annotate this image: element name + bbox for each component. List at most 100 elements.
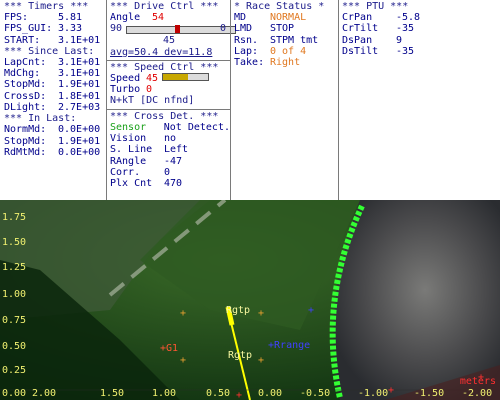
in-last-label: StopMd:	[4, 135, 47, 147]
timers-row: FPS: 5.81	[4, 12, 106, 23]
rgtp-label: Rgtp	[228, 350, 253, 361]
speed-ctrl-header: *** Speed Ctrl ***	[110, 61, 219, 73]
since-value: 3.1E+01	[58, 56, 101, 68]
timer-value: 5.81	[58, 12, 83, 23]
cross-row: RAngle -47	[110, 156, 230, 167]
x-tick-label: -1.50	[414, 388, 445, 399]
in-last-label: RdMtMd:	[4, 146, 47, 158]
in-last-label: NormMd:	[4, 124, 47, 136]
speed-label: Speed	[110, 72, 141, 84]
cross-value: Not Detect.	[163, 121, 230, 133]
cross-row: Vision no	[110, 133, 230, 144]
cross-value: Left	[164, 144, 189, 156]
race-status-panel: * Race Status * MD NORMAL LMD STOP Rsn. STP…	[230, 0, 338, 200]
speed-bar	[162, 72, 210, 81]
obstacle	[333, 200, 500, 400]
ptu-label: CrPan	[342, 12, 373, 23]
x-tick-label: -0.50	[300, 388, 331, 399]
ptu-value: 9	[396, 34, 403, 46]
timer-label: FPS_GUI:	[4, 23, 53, 35]
cross-label: S. Line	[110, 144, 153, 156]
divider	[107, 59, 230, 61]
range-point-marker: +	[308, 305, 315, 316]
timer-value: 3.1E+01	[58, 34, 101, 46]
since-value: 3.1E+01	[58, 68, 101, 80]
ptu-row: DsTilt -35	[342, 46, 500, 57]
since-row: LapCnt: 3.1E+01	[4, 57, 106, 68]
cross-value: 470	[164, 178, 183, 190]
range-marker: +Rrange	[268, 340, 311, 351]
divider	[107, 108, 230, 110]
ptu-label: DsTilt	[342, 45, 379, 57]
in-last-row: NormMd: 0.0E+00	[4, 124, 106, 135]
race-reason-value: STPM tmt	[270, 34, 319, 46]
race-row: MD NORMAL	[234, 12, 338, 23]
since-label: CrossD:	[4, 90, 47, 102]
y-tick-label: 1.00	[2, 289, 27, 300]
timer-value: 3.33	[58, 23, 83, 35]
race-take-value: Right	[270, 57, 301, 69]
cross-value: no	[164, 133, 177, 145]
rgtp-label: Rgtp	[226, 305, 251, 316]
ptu-label: DsPan	[342, 34, 373, 46]
y-tick-label: 0.00	[2, 388, 27, 399]
x-tick-label: 1.00	[152, 388, 177, 399]
cross-row: Corr. 0	[110, 167, 230, 178]
g1-label: G1	[166, 343, 179, 354]
since-last-header: *** Since Last:	[4, 45, 95, 57]
angle-bar-row: 90 0	[110, 23, 236, 35]
y-tick-label: 1.25	[2, 262, 27, 273]
far-marker: +	[478, 372, 485, 383]
plus-marker: +	[180, 355, 187, 366]
angle-marker	[175, 25, 180, 34]
cross-det-header: *** Cross Det. ***	[110, 110, 219, 122]
turbo-value: 0	[146, 84, 153, 96]
race-row: Rsn. STPM tmt	[234, 35, 338, 46]
x-tick-label: 0.50	[206, 388, 231, 399]
camera-scene	[0, 200, 500, 400]
turbo-row: Turbo 0	[110, 84, 230, 95]
in-last-value: 0.0E+00	[58, 124, 101, 136]
ptu-value: -35	[396, 23, 415, 35]
since-value: 2.7E+03	[58, 102, 101, 114]
timers-header: *** Timers ***	[4, 1, 89, 12]
race-lap-value: 0 of 4	[270, 45, 307, 57]
since-value: 1.9E+01	[58, 79, 101, 91]
turbo-label: Turbo	[110, 84, 141, 96]
in-last-value: 0.0E+00	[58, 146, 101, 158]
ptu-panel: *** PTU *** CrPan -5.8 CrTilt -35 DsPan 9 D…	[338, 0, 500, 200]
cross-row: Sensor Not Detect.	[110, 122, 230, 133]
race-mode-value: NORMAL	[270, 12, 307, 23]
in-last-row: RdMtMd: 0.0E+00	[4, 147, 106, 158]
cross-row: S. Line Left	[110, 144, 230, 155]
speed-bar-fill	[163, 73, 188, 80]
cross-label: RAngle	[110, 155, 147, 167]
race-label: Lap:	[234, 45, 259, 57]
cross-label: Sensor	[110, 121, 147, 133]
x-tick-label: 2.00	[32, 388, 57, 399]
race-row: Take: Right	[234, 57, 338, 68]
y-tick-label: 1.50	[2, 237, 27, 248]
since-label: MdChg:	[4, 68, 41, 80]
camera-view[interactable]: 1.75 1.50 1.25 1.00 0.75 0.50 0.25 0.00 …	[0, 200, 500, 400]
timer-label: FPS:	[4, 12, 29, 23]
x-tick-label: 1.50	[100, 388, 125, 399]
range-label: Rrange	[274, 340, 311, 351]
cross-value: 0	[164, 166, 171, 178]
since-label: StopMd:	[4, 79, 47, 91]
in-last-header: *** In Last:	[4, 113, 77, 125]
ptu-value: -5.8	[396, 12, 421, 23]
race-row: LMD STOP	[234, 23, 338, 34]
cross-label: Plx Cnt	[110, 178, 153, 190]
race-label: Rsn.	[234, 34, 259, 46]
origin-marker: +	[236, 390, 243, 400]
rgtp-marker: Rgtp	[228, 350, 252, 361]
angle-bar-right: 0	[220, 23, 227, 35]
x-tick-label: -1.00	[358, 388, 389, 399]
y-tick-label: 0.50	[2, 341, 27, 352]
in-last-value: 1.9E+01	[58, 135, 101, 147]
g1-marker: +G1	[160, 343, 179, 354]
cross-label: Vision	[110, 133, 147, 145]
angle-label: Angle	[110, 12, 141, 23]
cross-value: -47	[164, 155, 183, 167]
